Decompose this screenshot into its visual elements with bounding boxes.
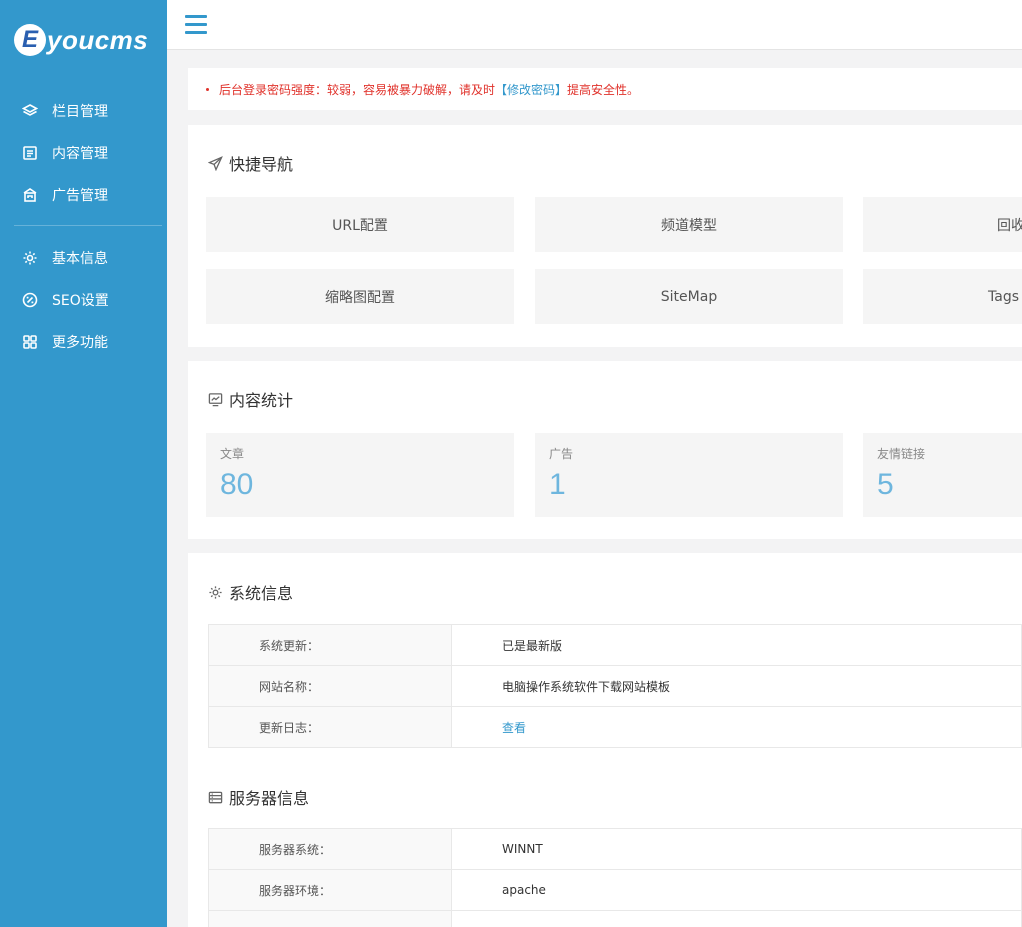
sidebar-item-label: SEO设置 [52, 293, 109, 309]
grid-icon [22, 334, 38, 350]
topbar [167, 0, 1022, 50]
stat-value: 80 [220, 468, 254, 501]
quick-thumbnail-config-button[interactable]: 缩略图配置 [206, 269, 514, 324]
server-icon [208, 790, 223, 805]
table-row: 服务器环境： apache [208, 869, 1022, 911]
seo-icon [22, 292, 38, 308]
changelog-link[interactable]: 查看 [502, 721, 526, 735]
info-key: 更新日志： [208, 706, 452, 748]
paper-plane-icon [207, 155, 223, 171]
sidebar-item-label: 内容管理 [52, 146, 108, 162]
monitor-chart-icon [208, 392, 223, 407]
document-icon [22, 145, 38, 161]
stat-ads[interactable]: 广告 1 [535, 433, 843, 517]
layers-icon [21, 103, 39, 119]
change-password-link[interactable]: 【修改密码】 [495, 81, 567, 98]
sidebar-item-basic-info[interactable]: 基本信息 [0, 237, 167, 279]
stat-value: 5 [877, 468, 894, 501]
gear-icon [22, 250, 38, 266]
quick-channel-model-button[interactable]: 频道模型 [535, 197, 843, 252]
info-value: 已是最新版 [451, 624, 1022, 666]
alert-text: 后台登录密码强度：较弱，容易被暴力破解，请及时 [219, 82, 496, 97]
info-key: 服务器环境： [208, 869, 452, 911]
content-stats-panel: 内容统计 文章 80 广告 1 友情链接 5 [188, 361, 1022, 539]
nav-divider [14, 225, 162, 226]
stat-value: 1 [549, 468, 566, 501]
server-info-table: 服务器系统： WINNT 服务器环境： apache [208, 828, 1022, 927]
stat-label: 友情链接 [877, 447, 926, 461]
alert-suffix: 提高安全性。 [567, 82, 640, 97]
sidebar-item-content[interactable]: 内容管理 [0, 132, 167, 174]
password-alert: 后台登录密码强度：较弱，容易被暴力破解，请及时 【修改密码】 提高安全性。 [188, 68, 1022, 110]
ad-icon [22, 187, 38, 203]
stats-title: 内容统计 [208, 387, 293, 411]
table-row [208, 910, 1022, 927]
system-info-table: 系统更新： 已是最新版 网站名称： 电脑操作系统软件下载网站模板 更新日志： 查… [208, 624, 1022, 748]
stat-label: 广告 [549, 447, 574, 461]
menu-toggle-icon[interactable] [185, 15, 207, 35]
info-value: 电脑操作系统软件下载网站模板 [451, 665, 1022, 707]
logo-badge: E [14, 24, 46, 56]
table-row: 更新日志： 查看 [208, 706, 1022, 748]
system-info-panel: 系统信息 系统更新： 已是最新版 网站名称： 电脑操作系统软件下载网站模板 更新… [188, 553, 1022, 927]
table-row: 网站名称： 电脑操作系统软件下载网站模板 [208, 665, 1022, 707]
alert-dot-icon [206, 87, 209, 91]
info-key: 系统更新： [208, 624, 452, 666]
sidebar-item-seo[interactable]: SEO设置 [0, 279, 167, 321]
sidebar-item-label: 广告管理 [52, 188, 108, 204]
nav-group-content: 栏目管理 内容管理 广告管理 [0, 90, 167, 216]
logo-text: youcms [47, 24, 149, 55]
sidebar-item-label: 栏目管理 [52, 104, 108, 120]
info-value [451, 910, 1022, 927]
system-info-title: 系统信息 [208, 580, 293, 604]
table-row: 系统更新： 已是最新版 [208, 624, 1022, 666]
quick-nav-panel: 快捷导航 URL配置 频道模型 回收站 缩略图配置 SiteMap Tags [188, 125, 1022, 347]
gear-icon [208, 585, 223, 600]
sidebar-item-label: 基本信息 [52, 251, 108, 267]
info-key [208, 910, 452, 927]
sidebar-item-columns[interactable]: 栏目管理 [0, 90, 167, 132]
stat-articles[interactable]: 文章 80 [206, 433, 514, 517]
quick-tags-button[interactable]: Tags [863, 269, 1022, 324]
info-value: WINNT [451, 828, 1022, 870]
info-key: 服务器系统： [208, 828, 452, 870]
sidebar-item-label: 更多功能 [52, 335, 108, 351]
nav-group-settings: 基本信息 SEO设置 更多功能 [0, 237, 167, 363]
sidebar: E youcms 栏目管理 内容管理 广告管理 基本信息 SEO设置 更多功能 [0, 0, 167, 927]
quick-sitemap-button[interactable]: SiteMap [535, 269, 843, 324]
sidebar-item-ads[interactable]: 广告管理 [0, 174, 167, 216]
quick-recycle-button[interactable]: 回收站 [863, 197, 1022, 252]
stat-label: 文章 [220, 447, 245, 461]
info-value: apache [451, 869, 1022, 911]
info-key: 网站名称： [208, 665, 452, 707]
stat-links[interactable]: 友情链接 5 [863, 433, 1022, 517]
server-info-title: 服务器信息 [208, 785, 309, 809]
logo[interactable]: E youcms [14, 20, 148, 60]
quick-nav-title: 快捷导航 [207, 151, 293, 175]
table-row: 服务器系统： WINNT [208, 828, 1022, 870]
quick-url-config-button[interactable]: URL配置 [206, 197, 514, 252]
sidebar-item-more[interactable]: 更多功能 [0, 321, 167, 363]
